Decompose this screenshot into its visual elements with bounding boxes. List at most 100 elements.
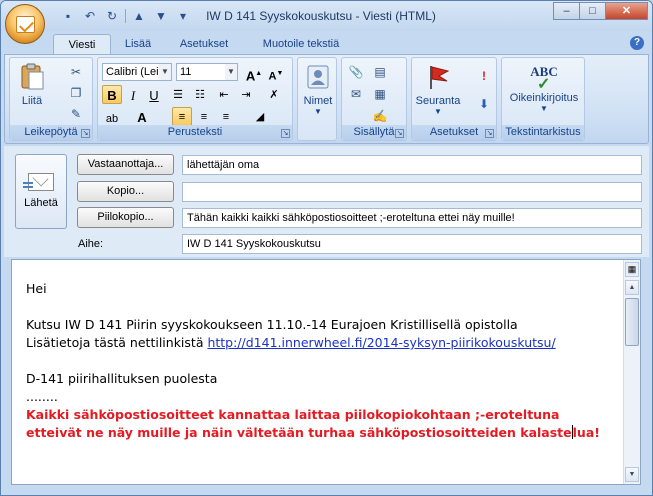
- scrollbar-thumb[interactable]: [625, 298, 639, 346]
- chevron-down-icon: ▼: [434, 107, 442, 116]
- scroll-up-button[interactable]: ▲: [625, 280, 639, 295]
- close-button[interactable]: ✕: [605, 2, 648, 20]
- follow-up-label: Seuranta: [415, 95, 461, 107]
- attach-item-icon[interactable]: ✉: [348, 86, 364, 102]
- ribbon: Liitä ✂ ❐ ✎ Leikepöytä ↘ Calibri (Leip ▼ …: [4, 54, 649, 144]
- tab-muotoile-teksti[interactable]: Muotoile tekstiä: [251, 34, 351, 55]
- bullets-icon[interactable]: ☰: [168, 85, 188, 104]
- cc-field[interactable]: [182, 182, 642, 202]
- down-icon[interactable]: ▼: [152, 8, 170, 24]
- ruler-toggle-icon[interactable]: ▦: [625, 262, 639, 277]
- follow-up-flag-icon: [430, 66, 450, 89]
- options-group-label: Asetukset: [412, 125, 496, 140]
- font-name-value: Calibri (Leip: [106, 66, 165, 78]
- bcc-field[interactable]: Tähän kaikki kaikki sähköpostiosoitteet …: [182, 208, 642, 228]
- attach-file-icon[interactable]: 📎: [348, 64, 364, 80]
- clear-formatting-icon[interactable]: ✗: [264, 85, 284, 104]
- help-icon[interactable]: ?: [630, 36, 644, 50]
- subject-field[interactable]: IW D 141 Syyskokouskutsu: [182, 234, 642, 254]
- format-painter-icon[interactable]: ✎: [68, 106, 84, 122]
- indent-icon[interactable]: ⇥: [236, 85, 256, 104]
- business-card-icon[interactable]: ▤: [372, 64, 388, 80]
- outdent-icon[interactable]: ⇤: [214, 85, 234, 104]
- copy-icon[interactable]: ❐: [68, 85, 84, 101]
- signature-line: D-141 piirihallituksen puolesta: [26, 371, 218, 386]
- names-button[interactable]: Nimet ▼: [300, 62, 336, 116]
- proofing-group-label: Tekstintarkistus: [502, 125, 584, 140]
- to-field[interactable]: lähettäjän oma: [182, 155, 642, 175]
- options-launcher-icon[interactable]: ↘: [485, 129, 494, 138]
- subject-label: Aihe:: [78, 238, 104, 250]
- align-left-icon[interactable]: ≡: [172, 107, 192, 126]
- group-options: Seuranta ▼ ! ⬇ Asetukset ↘: [411, 57, 497, 141]
- highlight-icon[interactable]: ab: [102, 107, 122, 128]
- up-icon[interactable]: ▲: [130, 8, 148, 24]
- warning-text-end: lua!: [572, 425, 600, 440]
- grow-font-icon[interactable]: A▲: [244, 63, 264, 83]
- underline-button[interactable]: U: [144, 85, 164, 104]
- scroll-down-button[interactable]: ▼: [625, 467, 639, 482]
- basic-text-launcher-icon[interactable]: ↘: [281, 129, 290, 138]
- basic-text-group-label: Perusteksti: [98, 125, 292, 140]
- invitation-line: Kutsu IW D 141 Piirin syyskokoukseen 11.…: [26, 317, 518, 332]
- font-name-combo[interactable]: Calibri (Leip ▼: [102, 63, 172, 81]
- send-button[interactable]: Lähetä: [15, 154, 67, 229]
- send-label: Lähetä: [24, 197, 58, 209]
- qat-separator: [125, 9, 126, 23]
- chevron-down-icon: ▼: [314, 107, 322, 116]
- event-link[interactable]: http://d141.innerwheel.fi/2014-syksyn-pi…: [207, 335, 555, 350]
- paste-icon: [21, 63, 44, 90]
- chevron-down-icon: ▼: [225, 64, 237, 80]
- bcc-warning: Kaikki sähköpostiosoitteet kannattaa lai…: [26, 406, 606, 442]
- high-importance-icon[interactable]: !: [476, 68, 492, 84]
- font-size-value: 11: [180, 66, 192, 78]
- paste-button[interactable]: Liitä: [14, 62, 50, 107]
- align-center-icon[interactable]: ≡: [194, 107, 214, 126]
- send-envelope-icon: [23, 173, 54, 191]
- follow-up-button[interactable]: Seuranta ▼: [412, 62, 464, 116]
- paste-label: Liitä: [21, 95, 43, 107]
- ribbon-tabs: Viesti Lisää Asetukset Muotoile tekstiä …: [1, 31, 652, 55]
- maximize-button[interactable]: □: [579, 2, 606, 20]
- chevron-down-icon: ▼: [159, 64, 171, 80]
- numbering-icon[interactable]: ☷: [190, 85, 210, 104]
- spacing-icon[interactable]: ◢: [250, 107, 270, 126]
- undo-icon[interactable]: ↶: [81, 8, 99, 24]
- message-content[interactable]: Hei Kutsu IW D 141 Piirin syyskokoukseen…: [26, 280, 606, 442]
- redo-icon[interactable]: ↻: [103, 8, 121, 24]
- tab-asetukset[interactable]: Asetukset: [169, 34, 239, 55]
- align-right-icon[interactable]: ≡: [216, 107, 236, 126]
- office-button[interactable]: [5, 4, 45, 44]
- customize-icon[interactable]: ▾: [174, 8, 192, 24]
- names-label: Nimet: [303, 95, 333, 107]
- to-button[interactable]: Vastaanottaja...: [77, 154, 174, 175]
- include-launcher-icon[interactable]: ↘: [395, 129, 404, 138]
- signature-icon[interactable]: ✍: [372, 108, 388, 124]
- shrink-font-icon[interactable]: A▼: [266, 63, 286, 83]
- tab-lisaa[interactable]: Lisää: [113, 34, 163, 55]
- font-color-icon[interactable]: A: [132, 107, 152, 128]
- group-names: Nimet ▼: [297, 57, 337, 141]
- message-body[interactable]: Hei Kutsu IW D 141 Piirin syyskokoukseen…: [11, 259, 641, 485]
- low-importance-icon[interactable]: ⬇: [476, 96, 492, 112]
- cut-icon[interactable]: ✂: [68, 64, 84, 80]
- title-bar: IW D 141 Syyskokouskutsu - Viesti (HTML)…: [1, 1, 652, 31]
- address-book-icon: [307, 65, 329, 89]
- dots-line: ........: [26, 389, 58, 404]
- spelling-button[interactable]: ABC ✓ Oikeinkirjoitus ▼: [502, 62, 586, 113]
- info-line: Lisätietoja tästä nettilinkistä http://d…: [26, 334, 606, 352]
- clipboard-launcher-icon[interactable]: ↘: [81, 129, 90, 138]
- bold-button[interactable]: B: [102, 85, 122, 104]
- minimize-button[interactable]: –: [553, 2, 580, 20]
- italic-button[interactable]: I: [123, 85, 143, 104]
- bcc-button[interactable]: Piilokopio...: [77, 207, 174, 228]
- warning-text: Kaikki sähköpostiosoitteet kannattaa lai…: [26, 407, 572, 440]
- vertical-scrollbar[interactable]: ▦ ▲ ▼: [623, 260, 640, 484]
- cc-button[interactable]: Kopio...: [77, 181, 174, 202]
- calendar-icon[interactable]: ▦: [372, 86, 388, 102]
- group-proofing: ABC ✓ Oikeinkirjoitus ▼ Tekstintarkistus: [501, 57, 585, 141]
- quick-access-toolbar: ▪ ↶ ↻ ▲ ▼ ▾: [59, 7, 192, 25]
- tab-viesti[interactable]: Viesti: [53, 34, 111, 55]
- save-icon[interactable]: ▪: [59, 8, 77, 24]
- font-size-combo[interactable]: 11 ▼: [176, 63, 238, 81]
